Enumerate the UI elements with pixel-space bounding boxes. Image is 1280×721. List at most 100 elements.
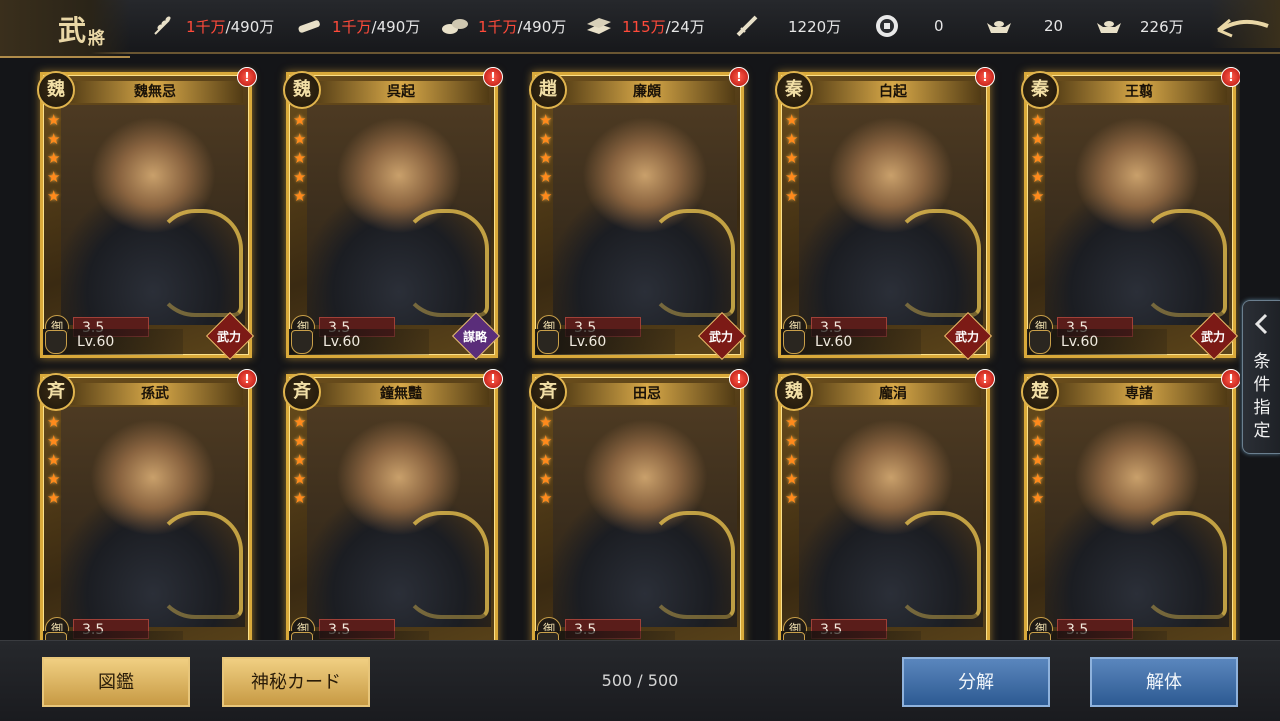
general-card[interactable]: 龐涓 魏 ! ★ ★ ★ ★ ★ 御 3.5 [775, 369, 995, 640]
star-rating: ★ ★ ★ ★ ★ [1031, 111, 1047, 206]
star-icon: ★ [293, 451, 307, 469]
encyclopedia-button[interactable]: 図鑑 [42, 657, 190, 707]
dragon-emblem [155, 511, 243, 619]
shield-icon [1029, 330, 1051, 354]
star-icon: ★ [47, 432, 61, 450]
level-text: Lv.60 [323, 334, 361, 350]
top-resource-bar: 武將 1千万/490万 1千万/490万 1千万/490万 115万/24万 1… [0, 0, 1280, 58]
general-card[interactable]: 廉頗 趙 ! ★ ★ ★ ★ ★ 御 3.5 Lv.60 武力 [529, 67, 749, 361]
resource-wood: 1千万/490万 [294, 0, 420, 52]
star-rating: ★ ★ ★ ★ ★ [539, 413, 555, 508]
type-label: 謀略 [462, 330, 487, 344]
star-icon: ★ [539, 432, 553, 450]
mystery-card-button[interactable]: 神秘カード [222, 657, 370, 707]
screen-title: 武將 [58, 14, 108, 49]
star-icon: ★ [293, 149, 307, 167]
shield-icon [537, 632, 559, 640]
star-rating: ★ ★ ★ ★ ★ [785, 111, 801, 206]
shield-icon [537, 330, 559, 354]
level-row [289, 631, 429, 640]
star-icon: ★ [1031, 470, 1045, 488]
alert-icon: ! [729, 369, 749, 389]
alert-icon: ! [483, 369, 503, 389]
shield-icon [1029, 632, 1051, 640]
star-icon: ★ [293, 413, 307, 431]
level-text: Lv.60 [77, 334, 115, 350]
nation-badge: 秦 [1021, 71, 1059, 109]
sword-icon [732, 13, 762, 39]
dragon-emblem [155, 209, 243, 317]
level-row [1027, 631, 1167, 640]
star-icon: ★ [1031, 432, 1045, 450]
star-icon: ★ [1031, 111, 1045, 129]
general-card[interactable]: 鐘無豔 斉 ! ★ ★ ★ ★ ★ 御 3.5 [283, 369, 503, 640]
level-text: Lv.60 [569, 334, 607, 350]
star-icon: ★ [1031, 187, 1045, 205]
dragon-emblem [647, 511, 735, 619]
type-label: 武力 [1200, 330, 1225, 344]
dismantle-button[interactable]: 分解 [902, 657, 1050, 707]
star-icon: ★ [293, 111, 307, 129]
back-button[interactable] [1210, 0, 1280, 48]
star-icon: ★ [785, 187, 799, 205]
dragon-emblem [893, 511, 981, 619]
resource-food: 1千万/490万 [148, 0, 274, 52]
star-icon: ★ [47, 187, 61, 205]
type-label: 武力 [216, 330, 241, 344]
general-name: 王翦 [1051, 81, 1227, 103]
general-name: 龐涓 [805, 383, 981, 405]
general-card[interactable]: 専諸 楚 ! ★ ★ ★ ★ ★ 御 3.5 [1021, 369, 1240, 640]
star-icon: ★ [47, 111, 61, 129]
level-row: Lv.60 [1027, 329, 1167, 355]
shield-icon [45, 632, 67, 640]
general-card[interactable]: 白起 秦 ! ★ ★ ★ ★ ★ 御 3.5 Lv.60 武力 [775, 67, 995, 361]
type-label: 武力 [708, 330, 733, 344]
stone-icon [440, 13, 470, 39]
bottom-action-bar: 図鑑 神秘カード 500 / 500 分解 解体 [0, 640, 1280, 721]
star-icon: ★ [539, 413, 553, 431]
star-icon: ★ [785, 111, 799, 129]
alert-icon: ! [975, 369, 995, 389]
general-name: 廉頗 [559, 81, 735, 103]
general-name: 鐘無豔 [313, 383, 489, 405]
coin-icon [872, 13, 902, 39]
star-icon: ★ [47, 413, 61, 431]
alert-icon: ! [483, 67, 503, 87]
nation-badge: 斉 [37, 373, 75, 411]
iron-icon [584, 13, 614, 39]
star-icon: ★ [785, 130, 799, 148]
dragon-emblem [647, 209, 735, 317]
dragon-emblem [1139, 511, 1227, 619]
general-card[interactable]: 孫武 斉 ! ★ ★ ★ ★ ★ 御 3.5 [37, 369, 257, 640]
star-rating: ★ ★ ★ ★ ★ [47, 111, 63, 206]
nation-badge: 楚 [1021, 373, 1059, 411]
general-card[interactable]: 魏無忌 魏 ! ★ ★ ★ ★ ★ 御 3.5 Lv.60 武力 [37, 67, 257, 361]
shield-icon [45, 330, 67, 354]
star-rating: ★ ★ ★ ★ ★ [1031, 413, 1047, 508]
star-rating: ★ ★ ★ ★ ★ [539, 111, 555, 206]
general-card[interactable]: 王翦 秦 ! ★ ★ ★ ★ ★ 御 3.5 Lv.60 武力 [1021, 67, 1240, 361]
disband-button[interactable]: 解体 [1090, 657, 1238, 707]
general-name: 白起 [805, 81, 981, 103]
general-card[interactable]: 呉起 魏 ! ★ ★ ★ ★ ★ 御 3.5 Lv.60 謀略 [283, 67, 503, 361]
level-row [535, 631, 675, 640]
nation-badge: 魏 [283, 71, 321, 109]
shield-icon [783, 330, 805, 354]
star-icon: ★ [785, 413, 799, 431]
star-icon: ★ [293, 130, 307, 148]
filter-side-tab[interactable]: 条件指定 [1242, 300, 1280, 454]
star-icon: ★ [47, 130, 61, 148]
alert-icon: ! [237, 369, 257, 389]
star-icon: ★ [47, 451, 61, 469]
alert-icon: ! [1221, 67, 1240, 87]
level-row: Lv.60 [781, 329, 921, 355]
type-label: 武力 [954, 330, 979, 344]
resource-stone: 1千万/490万 [440, 0, 566, 52]
general-card[interactable]: 田忌 斉 ! ★ ★ ★ ★ ★ 御 3.5 [529, 369, 749, 640]
star-icon: ★ [293, 432, 307, 450]
level-text: Lv.60 [1061, 334, 1099, 350]
shield-icon [291, 330, 313, 354]
level-row [781, 631, 921, 640]
nation-badge: 斉 [529, 373, 567, 411]
gold-ingot-icon [984, 13, 1014, 39]
